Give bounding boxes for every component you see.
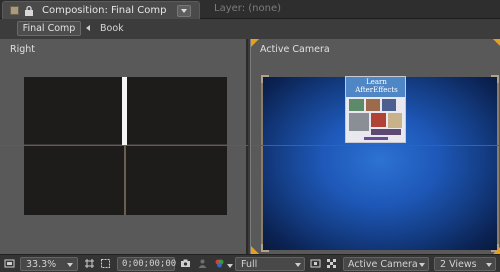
fast-previews-icon[interactable] — [310, 258, 321, 269]
flowchart-parent-comp[interactable]: Book — [100, 23, 124, 34]
magnification-dropdown[interactable]: 33.3% — [20, 257, 78, 271]
book-photo — [349, 113, 369, 131]
camera-frame-corner — [261, 75, 269, 83]
tab-menu-button[interactable] — [177, 5, 191, 17]
book-cover-layer[interactable]: Learn AfterEffects — [345, 76, 406, 143]
book-title-line1: Learn — [366, 78, 387, 86]
book-photo — [382, 99, 396, 111]
book-photo — [388, 113, 402, 128]
active-view-corner-icon — [251, 39, 259, 47]
panel-tab-bar: Composition: Final Comp Layer: (none) — [0, 0, 500, 19]
view-layout-dropdown[interactable]: 2 Views — [434, 257, 496, 271]
active-view-corner-icon — [493, 39, 500, 47]
book-photo — [366, 99, 380, 111]
3d-view-dropdown[interactable]: Active Camera — [343, 257, 429, 271]
guide-line — [0, 145, 248, 146]
current-time-field[interactable]: 0;00;00;00 — [117, 257, 177, 271]
resolution-value: Full — [241, 259, 258, 270]
tab-composition-label: Composition: Final Comp — [42, 5, 167, 16]
snapshot-camera-icon[interactable] — [180, 258, 191, 269]
chevron-down-icon — [419, 263, 425, 267]
book-cover-strip — [364, 137, 388, 140]
transparency-grid-icon[interactable] — [326, 258, 337, 269]
channels-rgb-icon[interactable] — [214, 258, 225, 269]
book-cover-title: Learn AfterEffects — [347, 78, 405, 94]
tab-composition[interactable]: Composition: Final Comp — [2, 1, 200, 19]
viewer-toolbar: 33.3% 0;00;00;00 Full Active Camera 2 Vi… — [0, 254, 500, 272]
book-photo — [371, 129, 401, 135]
camera-frame-corner — [491, 75, 499, 83]
panel-color-swatch — [10, 6, 19, 15]
resolution-dropdown[interactable]: Full — [235, 257, 305, 271]
tab-layer[interactable]: Layer: (none) — [214, 3, 281, 14]
chevron-down-icon — [67, 263, 73, 267]
viewer-left[interactable]: Right — [0, 39, 248, 254]
book-photo — [371, 113, 386, 127]
region-of-interest-icon[interactable] — [100, 258, 111, 269]
view-label-right: Right — [10, 44, 36, 55]
book-title-line2: AfterEffects — [355, 86, 398, 94]
camera-frame-corner — [261, 244, 269, 252]
camera-frame-edge — [261, 83, 263, 244]
chevron-down-icon — [486, 263, 492, 267]
chevron-down-icon — [295, 263, 301, 267]
flowchart-arrow-icon — [86, 25, 90, 31]
camera-frame-edge — [497, 83, 499, 244]
book-layer-edge — [122, 77, 127, 146]
composition-frame-side-view — [24, 77, 227, 215]
composition-navigator: Final Comp Book — [0, 19, 500, 39]
viewer-right[interactable]: Active Camera Learn AfterEffects — [250, 39, 500, 254]
grid-guides-icon[interactable] — [84, 258, 95, 269]
show-snapshot-icon[interactable] — [197, 258, 208, 269]
chevron-down-icon[interactable] — [227, 264, 233, 268]
always-preview-icon[interactable] — [4, 258, 15, 269]
view-label-active-camera: Active Camera — [260, 44, 330, 55]
lock-icon[interactable] — [23, 5, 35, 17]
active-view-corner-icon — [251, 246, 259, 254]
view-layout-value: 2 Views — [440, 259, 477, 270]
flowchart-current-comp[interactable]: Final Comp — [17, 21, 81, 36]
guide-line — [251, 145, 500, 146]
3d-view-value: Active Camera — [348, 259, 418, 270]
timecode-value: 0;00;00;00 — [122, 259, 177, 269]
book-photo — [349, 99, 364, 111]
active-view-corner-icon — [493, 246, 500, 254]
magnification-value: 33.3% — [26, 259, 57, 270]
